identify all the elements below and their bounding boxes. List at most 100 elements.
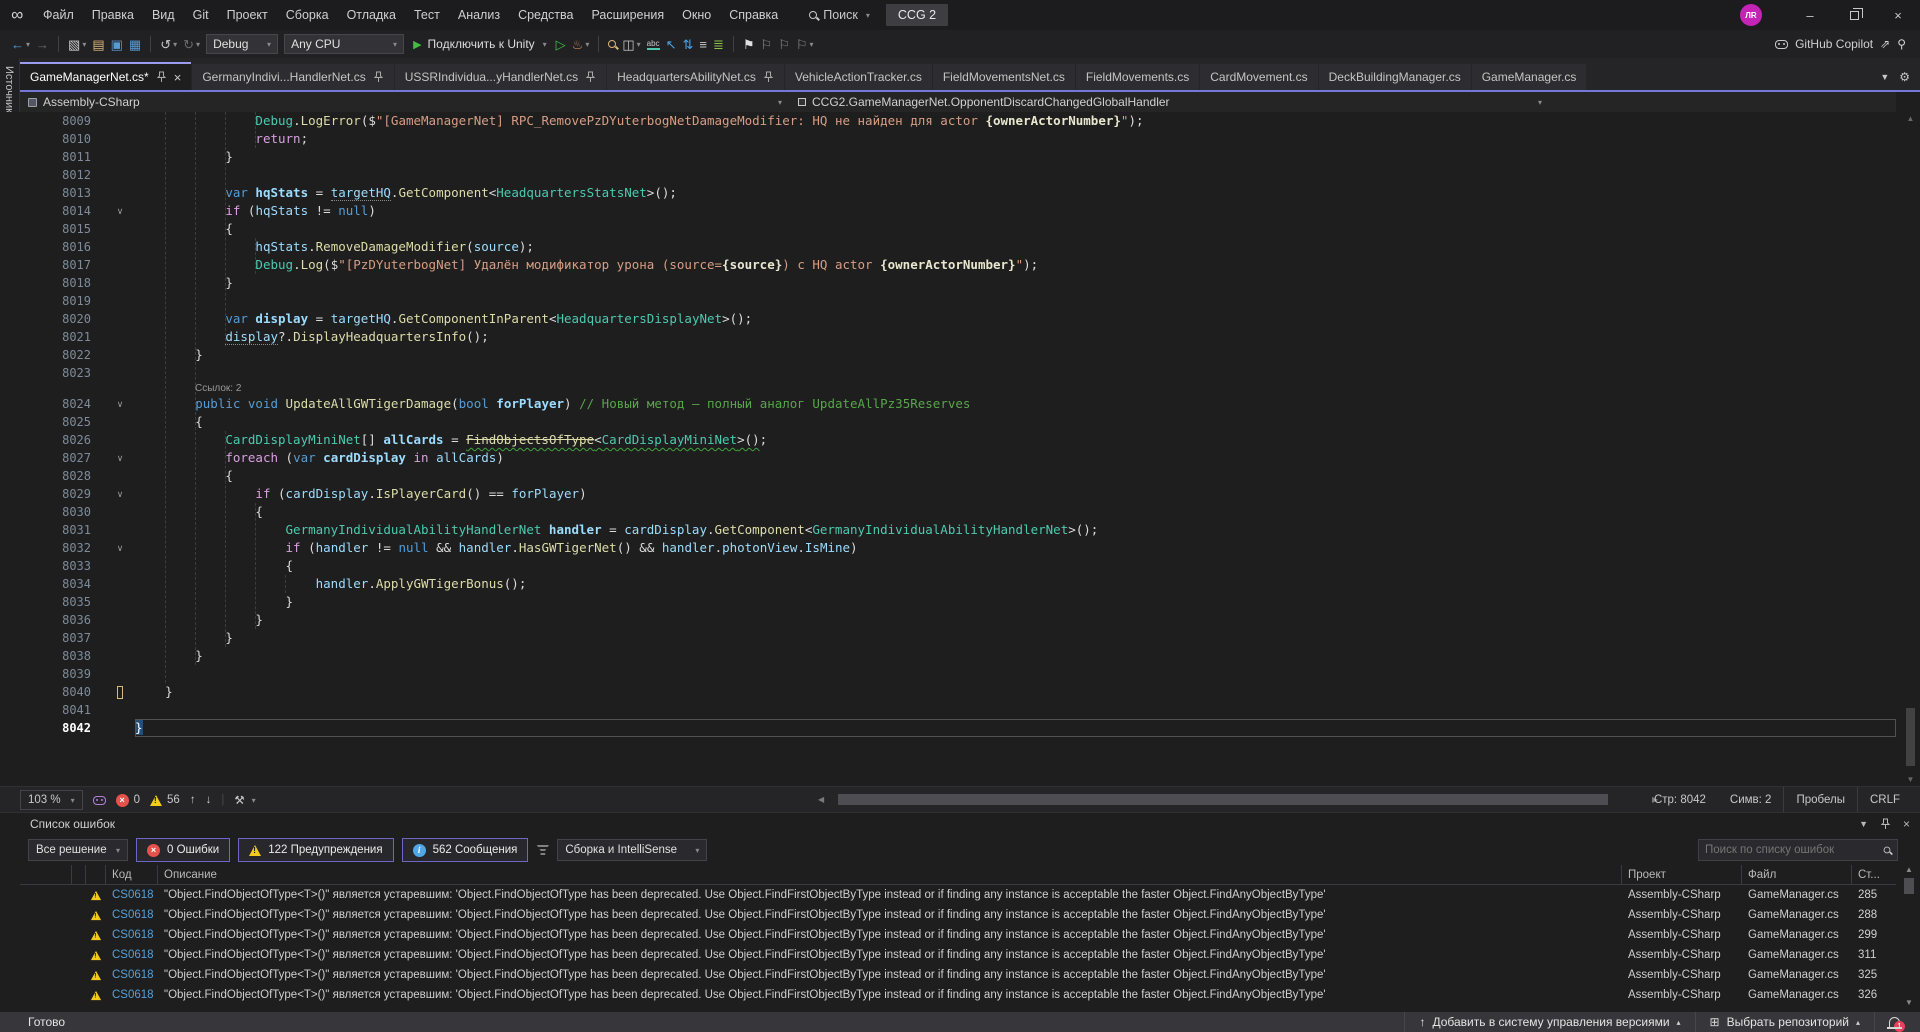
header-description[interactable]: Описание — [158, 865, 1622, 884]
line-number[interactable]: 8017 — [20, 256, 105, 274]
line-number[interactable]: 8042 — [20, 719, 105, 737]
code-text[interactable]: var display = targetHQ.GetComponentInPar… — [135, 310, 1896, 328]
header-project[interactable]: Проект — [1622, 865, 1742, 884]
menu-item-debug[interactable]: Отладка — [338, 0, 405, 30]
error-row[interactable]: CS0618"Object.FindObjectOfType<T>()" явл… — [20, 985, 1896, 1005]
code-text[interactable]: Debug.LogError($"[GameManagerNet] RPC_Re… — [135, 112, 1896, 130]
code-text[interactable]: CardDisplayMiniNet[] allCards = FindObje… — [135, 431, 1896, 449]
pin-icon[interactable] — [763, 71, 774, 83]
code-text[interactable] — [135, 364, 1896, 382]
nav-forward-icon[interactable]: → — [36, 38, 49, 51]
fold-collapse-icon[interactable]: ∨ — [105, 539, 135, 557]
code-text[interactable]: } — [135, 346, 1896, 364]
tab-vehicle-action-tracker[interactable]: VehicleActionTracker.cs — [785, 64, 932, 90]
spell-check-icon[interactable]: abc — [647, 39, 660, 50]
code-text[interactable]: if (hqStats != null) — [135, 202, 1896, 220]
tab-deckbuildingmanager[interactable]: DeckBuildingManager.cs — [1319, 64, 1471, 90]
line-number[interactable]: 8009 — [20, 112, 105, 130]
scroll-left-icon[interactable]: ◀ — [818, 795, 824, 804]
code-text[interactable]: { — [135, 220, 1896, 238]
github-copilot-icon[interactable] — [1775, 40, 1788, 49]
tab-gamemanager[interactable]: GameManager.cs — [1472, 64, 1587, 90]
close-button[interactable]: × — [1876, 0, 1920, 30]
code-text[interactable]: } — [135, 593, 1896, 611]
error-code[interactable]: CS0618 — [106, 949, 158, 961]
error-search-input[interactable] — [1705, 844, 1883, 856]
code-text[interactable]: } — [135, 719, 1896, 737]
header-severity[interactable] — [86, 865, 106, 884]
close-panel-icon[interactable]: × — [1903, 817, 1910, 831]
live-share-icon[interactable]: ⚲ — [1897, 37, 1906, 51]
pin-icon[interactable] — [1880, 818, 1891, 830]
error-code[interactable]: CS0618 — [106, 889, 158, 901]
scrollbar-thumb[interactable] — [1904, 878, 1914, 894]
line-number[interactable]: 8030 — [20, 503, 105, 521]
line-number[interactable]: 8037 — [20, 629, 105, 647]
code-text[interactable]: } — [135, 683, 1896, 701]
menu-item-window[interactable]: Окно — [673, 0, 720, 30]
tab-germany-handler[interactable]: GermanyIndivi...HandlerNet.cs — [192, 64, 393, 90]
scope-filter-dropdown[interactable]: Все решение ▾ — [28, 839, 128, 861]
save-all-icon[interactable]: ▦ — [129, 38, 141, 51]
move-lines-icon[interactable]: ⇅ — [682, 38, 693, 51]
symbol-dropdown[interactable]: CCG2.GameManagerNet.OpponentDiscardChang… — [790, 95, 1550, 109]
error-row[interactable]: CS0618"Object.FindObjectOfType<T>()" явл… — [20, 905, 1896, 925]
share-icon[interactable]: ⇗ — [1880, 37, 1890, 51]
error-row[interactable]: CS0618"Object.FindObjectOfType<T>()" явл… — [20, 925, 1896, 945]
menu-item-test[interactable]: Тест — [405, 0, 449, 30]
line-number[interactable]: 8036 — [20, 611, 105, 629]
menu-item-help[interactable]: Справка — [720, 0, 787, 30]
panel-menu-icon[interactable]: ▼ — [1859, 819, 1868, 829]
tab-headquarters-ability[interactable]: HeadquartersAbilityNet.cs — [607, 64, 784, 90]
github-copilot-label[interactable]: GitHub Copilot — [1795, 37, 1873, 51]
error-search-box[interactable] — [1698, 839, 1898, 861]
add-to-source-control-button[interactable]: ↑ Добавить в систему управления версиями… — [1404, 1012, 1694, 1032]
navigate-to-cursor-icon[interactable]: ↖ — [666, 38, 677, 51]
clear-bookmarks-icon[interactable]: ⚐▾ — [796, 38, 814, 51]
code-text[interactable] — [135, 292, 1896, 310]
scroll-down-icon[interactable]: ▼ — [1903, 775, 1918, 784]
fold-collapse-icon[interactable]: ∨ — [105, 449, 135, 467]
notifications-button[interactable]: 1 — [1874, 1012, 1920, 1032]
previous-issue-icon[interactable]: ↑ — [190, 794, 196, 806]
code-text[interactable]: public void UpdateAllGWTigerDamage(bool … — [135, 395, 1896, 413]
line-number[interactable]: 8021 — [20, 328, 105, 346]
undo-icon[interactable]: ↺▾ — [160, 38, 177, 51]
line-number[interactable]: 8039 — [20, 665, 105, 683]
tab-cardmovement[interactable]: CardMovement.cs — [1200, 64, 1317, 90]
redo-icon[interactable]: ↻▾ — [183, 38, 200, 51]
hot-reload-icon[interactable]: ♨▾ — [572, 38, 590, 51]
nav-backward-icon[interactable]: ←▾ — [11, 38, 30, 51]
code-editor[interactable]: 8009 Debug.LogError($"[GameManagerNet] R… — [0, 112, 1920, 786]
fold-collapse-icon[interactable]: ∨ — [105, 202, 135, 220]
close-tab-icon[interactable]: × — [174, 70, 182, 85]
scroll-down-icon[interactable]: ▼ — [1902, 998, 1916, 1007]
platform-dropdown[interactable]: Any CPU ▾ — [284, 34, 404, 54]
error-list-scrollbar[interactable]: ▲ ▼ — [1902, 865, 1916, 1007]
line-number[interactable]: 8022 — [20, 346, 105, 364]
pin-icon[interactable] — [373, 71, 384, 83]
attach-to-unity-button[interactable]: ▶ Подключить к Unity ▾ — [413, 37, 547, 51]
code-text[interactable]: { — [135, 557, 1896, 575]
line-number[interactable]: 8014 — [20, 202, 105, 220]
restore-button[interactable] — [1832, 0, 1876, 30]
header-line[interactable]: Ст... — [1852, 865, 1896, 884]
save-icon[interactable]: ▣ — [111, 38, 123, 51]
menu-item-analyze[interactable]: Анализ — [449, 0, 509, 30]
source-filter-dropdown[interactable]: Сборка и IntelliSense ▾ — [557, 839, 707, 861]
line-number[interactable]: 8027 — [20, 449, 105, 467]
error-code[interactable]: CS0618 — [106, 969, 158, 981]
tab-settings-icon[interactable]: ⚙ — [1899, 70, 1910, 84]
code-text[interactable] — [135, 701, 1896, 719]
menu-item-file[interactable]: Файл — [34, 0, 83, 30]
error-row[interactable]: CS0618"Object.FindObjectOfType<T>()" явл… — [20, 965, 1896, 985]
line-number[interactable]: 8016 — [20, 238, 105, 256]
tab-gamemanagernet[interactable]: GameManagerNet.cs*× — [20, 62, 191, 90]
line-number[interactable]: 8038 — [20, 647, 105, 665]
code-text[interactable] — [135, 665, 1896, 683]
new-project-icon[interactable]: ▧▾ — [68, 38, 86, 51]
scroll-up-icon[interactable]: ▲ — [1902, 865, 1916, 874]
line-number[interactable]: 8018 — [20, 274, 105, 292]
line-number[interactable]: 8033 — [20, 557, 105, 575]
previous-bookmark-icon[interactable]: ⚐ — [761, 38, 773, 51]
